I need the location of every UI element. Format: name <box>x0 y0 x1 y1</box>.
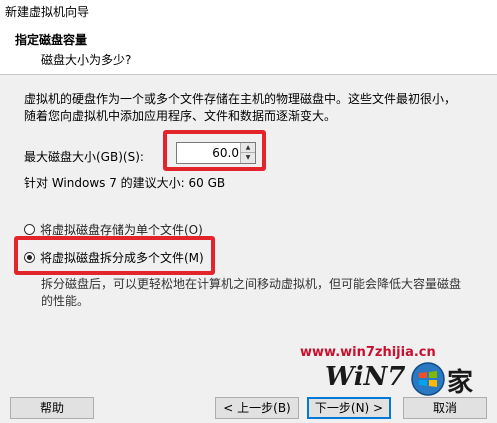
page-subtitle: 磁盘大小为多少? <box>41 53 132 67</box>
split-note-text: 拆分磁盘后，可以更轻松地在计算机之间移动虚拟机，但可能会降低大容量磁盘的性能。 <box>41 277 462 308</box>
radio-button-icon[interactable] <box>24 224 35 235</box>
highlight-box-radio <box>14 236 215 275</box>
wizard-header: 指定磁盘容量 磁盘大小为多少? <box>0 22 497 75</box>
window-title: 新建虚拟机向导 <box>5 5 90 19</box>
description-text: 虚拟机的硬盘作为一个或多个文件存储在主机的物理磁盘中。这些文件最初很小，随着您向… <box>24 92 457 123</box>
title-bar: 新建虚拟机向导 <box>0 0 497 23</box>
highlight-box-size <box>163 130 266 171</box>
recommended-size-text: 针对 Windows 7 的建议大小: 60 GB <box>24 176 226 190</box>
logo-text: WiN7 <box>325 362 406 392</box>
cancel-button[interactable]: 取消 <box>403 397 487 419</box>
watermark-logo: WiN7 家 <box>325 358 475 400</box>
page-title: 指定磁盘容量 <box>15 33 88 47</box>
next-button[interactable]: 下一步(N) > <box>307 397 391 419</box>
windows-orb-icon <box>411 362 445 396</box>
logo-suffix: 家 <box>447 368 474 398</box>
disk-size-label: 最大磁盘大小(GB)(S): <box>24 150 144 164</box>
help-button[interactable]: 帮助 <box>10 397 94 419</box>
back-button[interactable]: < 上一步(B) <box>215 397 299 419</box>
